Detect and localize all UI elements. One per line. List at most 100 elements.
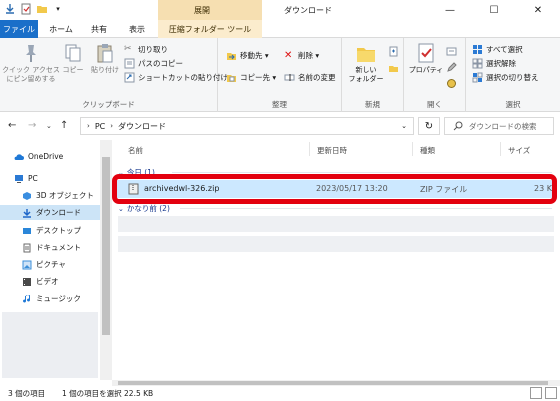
invert-selection-label: 選択の切り替え [486, 73, 539, 82]
column-header-name[interactable]: 名前 [128, 145, 143, 156]
cloud-icon [14, 153, 24, 160]
status-bar: 3 個の項目 1 個の項目を選択 22.5 KB [0, 386, 560, 401]
folder-arrow-icon[interactable] [4, 3, 16, 15]
column-header-size[interactable]: サイズ [508, 145, 530, 156]
new-group: 新しい フォルダー 新規 [342, 38, 404, 112]
nav-label: ミュージック [36, 294, 81, 303]
quick-access-toolbar: ▾ [4, 3, 64, 15]
copy-to-label: コピー先 ▾ [240, 73, 277, 82]
select-all-icon [473, 45, 482, 54]
window-controls: — ☐ ✕ [428, 0, 560, 20]
open-button[interactable] [446, 46, 457, 57]
context-tab-header: 展開 [158, 0, 262, 20]
paste-shortcut-button[interactable]: ショートカットの貼り付け [124, 72, 228, 83]
nav-item-onedrive[interactable]: OneDrive [14, 149, 63, 164]
group-header-long-ago[interactable]: ⌄ かなり前 (2) [118, 203, 170, 214]
nav-item-pictures[interactable]: ピクチャ [22, 257, 66, 272]
nav-item-pc[interactable]: PC [14, 171, 38, 186]
new-folder-label: 新しい フォルダー [348, 66, 384, 83]
paste-button[interactable]: 貼り付け [88, 42, 122, 75]
open-group-label: 開く [427, 100, 442, 109]
back-arrow-icon[interactable]: ← [8, 120, 16, 131]
delete-button[interactable]: ✕ 削除 ▾ [284, 50, 319, 61]
properties-label: プロパティ [408, 66, 444, 74]
obscured-nav-area [2, 312, 98, 378]
select-all-button[interactable]: すべて選択 [472, 44, 523, 55]
document-icon [23, 243, 31, 252]
clipboard-group-label: クリップボード [82, 100, 135, 109]
navigation-pane: OneDrive PC 3D オブジェクト ダウンロード デスクトップ ドキュメ… [0, 140, 112, 380]
nav-scrollbar-thumb[interactable] [102, 157, 110, 335]
recent-locations-chevron-icon[interactable]: ⌄ [46, 122, 52, 130]
nav-item-documents[interactable]: ドキュメント [22, 240, 81, 255]
select-none-button[interactable]: 選択解除 [472, 58, 516, 69]
obscured-file-row [118, 216, 554, 232]
column-separator [412, 142, 413, 156]
address-box[interactable]: › PC › ダウンロード ⌄ [80, 117, 414, 135]
pin-icon [26, 45, 36, 62]
download-icon [23, 208, 31, 218]
details-view-button[interactable] [530, 387, 542, 399]
customize-qat-icon[interactable]: ▾ [52, 3, 64, 15]
properties-button[interactable]: プロパティ [408, 42, 444, 75]
pin-quick-access-button[interactable]: クイック アクセス にピン留めする [2, 42, 60, 84]
cut-label: 切り取り [138, 45, 168, 54]
new-item-button[interactable] [388, 46, 399, 57]
rename-button[interactable]: 名前の変更 [284, 72, 336, 83]
horizontal-scrollbar-thumb[interactable] [118, 381, 548, 385]
new-folder-button[interactable]: 新しい フォルダー [346, 42, 386, 84]
music-icon [23, 294, 31, 303]
breadcrumb-downloads[interactable]: ダウンロード [118, 121, 166, 132]
tab-file[interactable]: ファイル [0, 20, 38, 38]
move-to-button[interactable]: 移動先 ▾ [226, 50, 269, 61]
invert-selection-button[interactable]: 選択の切り替え [472, 72, 539, 83]
new-folder-icon[interactable] [36, 3, 48, 15]
nav-item-music[interactable]: ミュージック [22, 291, 81, 306]
copy-path-icon [124, 58, 135, 69]
tab-compressed-folder-tools[interactable]: 圧縮フォルダー ツール [158, 20, 262, 38]
copy-button[interactable]: コピー [60, 42, 86, 75]
minimize-button[interactable]: — [428, 0, 472, 20]
nav-item-3d-objects[interactable]: 3D オブジェクト [22, 188, 94, 203]
column-separator [309, 142, 310, 156]
desktop-icon [23, 227, 31, 234]
properties-icon[interactable] [20, 3, 32, 15]
maximize-button[interactable]: ☐ [472, 0, 516, 20]
address-dropdown-icon[interactable]: ⌄ [401, 122, 407, 130]
forward-arrow-icon[interactable]: → [28, 120, 36, 131]
up-arrow-icon[interactable]: ↑ [60, 120, 68, 131]
large-icons-view-button[interactable] [545, 387, 557, 399]
context-tab-header-label: 展開 [194, 6, 210, 15]
copy-icon [65, 44, 81, 62]
video-icon [23, 277, 31, 286]
nav-item-videos[interactable]: ビデオ [22, 274, 59, 289]
breadcrumb-separator-icon: › [87, 122, 90, 130]
refresh-button[interactable]: ↻ [418, 117, 440, 135]
cube-icon [23, 191, 31, 200]
history-icon [447, 79, 456, 88]
column-header-type[interactable]: 種類 [420, 145, 435, 156]
refresh-icon: ↻ [424, 120, 434, 132]
status-selection: 1 個の項目を選択 22.5 KB [62, 389, 154, 398]
column-separator [500, 142, 501, 156]
easy-access-button[interactable] [388, 62, 399, 73]
nav-item-downloads[interactable]: ダウンロード [0, 205, 100, 220]
column-header-modified[interactable]: 更新日時 [317, 145, 347, 156]
nav-item-desktop[interactable]: デスクトップ [22, 223, 81, 238]
new-item-icon [389, 46, 398, 57]
tab-home[interactable]: ホーム [44, 20, 78, 38]
close-button[interactable]: ✕ [516, 0, 560, 20]
tab-view[interactable]: 表示 [120, 20, 154, 38]
cut-button[interactable]: ✂ 切り取り [124, 44, 168, 55]
edit-button[interactable] [446, 62, 457, 73]
tab-share[interactable]: 共有 [82, 20, 116, 38]
copy-path-button[interactable]: パスのコピー [124, 58, 183, 69]
title-bar: ▾ 展開 ダウンロード — ☐ ✕ [0, 0, 560, 20]
paste-shortcut-icon [124, 72, 135, 83]
search-input[interactable]: ダウンロードの検索 [444, 117, 554, 135]
select-group: すべて選択 選択解除 選択の切り替え 選択 [466, 38, 560, 112]
select-all-label: すべて選択 [486, 45, 523, 54]
copy-to-button[interactable]: コピー先 ▾ [226, 72, 276, 83]
history-button[interactable] [446, 78, 457, 89]
breadcrumb-pc[interactable]: PC [95, 122, 105, 131]
